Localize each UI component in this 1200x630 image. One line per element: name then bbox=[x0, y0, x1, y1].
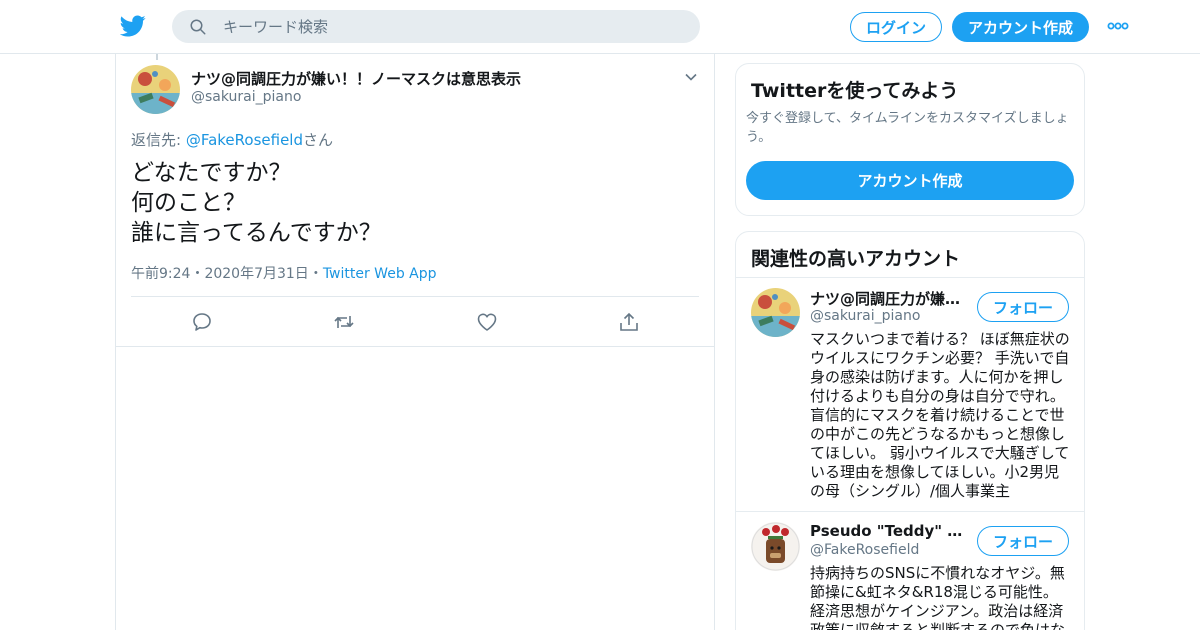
signup-card-button[interactable]: アカウント作成 bbox=[746, 161, 1074, 200]
account-name[interactable]: ナツ@同調圧力が嫌い！！ノーマスクは意思表示 bbox=[810, 288, 968, 309]
retweet-icon[interactable] bbox=[333, 311, 355, 333]
signup-card: Twitterを使ってみよう 今すぐ登録して、タイムラインをカスタマイズしましょ… bbox=[735, 63, 1085, 216]
avatar[interactable] bbox=[751, 522, 800, 571]
tweet-date[interactable]: 2020年7月31日 bbox=[204, 266, 308, 282]
avatar-image bbox=[131, 65, 180, 114]
account-handle[interactable]: @sakurai_piano bbox=[810, 308, 920, 324]
login-button[interactable]: ログイン bbox=[850, 12, 942, 42]
twitter-bird-icon[interactable] bbox=[120, 13, 146, 39]
reply-context: 返信先: @FakeRosefieldさん bbox=[131, 129, 333, 150]
divider bbox=[131, 296, 699, 297]
tweet-source-app[interactable]: Twitter Web App bbox=[323, 266, 437, 282]
avatar-image bbox=[751, 288, 800, 337]
follow-button[interactable]: フォロー bbox=[977, 526, 1069, 556]
account-item[interactable]: ナツ@同調圧力が嫌い！！ノーマスクは意思表示 @sakurai_piano フォ… bbox=[736, 278, 1084, 512]
signup-button[interactable]: アカウント作成 bbox=[952, 12, 1089, 42]
author-name[interactable]: ナツ@同調圧力が嫌い！！ノーマスクは意思表示 bbox=[191, 68, 521, 89]
account-bio: マスクいつまで着ける？ ほぼ無症状のウイルスにワクチン必要？ 手洗いで自身の感染… bbox=[810, 330, 1070, 500]
search-input[interactable] bbox=[223, 17, 663, 36]
avatar-image bbox=[751, 522, 800, 571]
related-accounts-card: 関連性の高いアカウント ナツ@同調圧力が嫌い！！ノーマスクは意思表示 @saku… bbox=[735, 231, 1085, 630]
account-item[interactable]: Pseudo "Teddy" Rosefield @FakeRosefield … bbox=[736, 512, 1084, 630]
signup-card-description: 今すぐ登録して、タイムラインをカスタマイズしましょう。 bbox=[746, 111, 1069, 145]
reply-suffix: さん bbox=[303, 131, 334, 149]
search-icon bbox=[190, 19, 206, 34]
meta-separator: ・ bbox=[190, 266, 205, 282]
tweet-line: どなたですか？ bbox=[131, 160, 292, 186]
top-bar: ログイン アカウント作成 bbox=[0, 0, 1200, 54]
related-accounts-title: 関連性の高いアカウント bbox=[751, 248, 961, 270]
signup-card-title: Twitterを使ってみよう bbox=[751, 80, 959, 102]
tweet: ナツ@同調圧力が嫌い！！ノーマスクは意思表示 @sakurai_piano 返信… bbox=[116, 54, 714, 347]
meta-separator: ・ bbox=[308, 266, 323, 282]
share-icon[interactable] bbox=[618, 311, 640, 333]
reply-prefix: 返信先: bbox=[131, 131, 186, 149]
search-bar[interactable] bbox=[172, 10, 700, 43]
tweet-meta: 午前9:24・2020年7月31日・Twitter Web App bbox=[131, 263, 437, 283]
author-handle[interactable]: @sakurai_piano bbox=[191, 89, 301, 105]
avatar[interactable] bbox=[751, 288, 800, 337]
account-handle[interactable]: @FakeRosefield bbox=[810, 542, 919, 558]
reply-icon[interactable] bbox=[191, 311, 213, 333]
more-dots-icon[interactable] bbox=[1107, 20, 1129, 32]
follow-button[interactable]: フォロー bbox=[977, 292, 1069, 322]
chevron-down-icon[interactable] bbox=[684, 70, 698, 84]
tweet-line: 誰に言ってるんですか？ bbox=[131, 220, 382, 246]
account-bio: 持病持ちのSNSに不慣れなオヤジ。無節操に&虹ネタ&R18混じる可能性。経済思想… bbox=[810, 564, 1066, 630]
account-name[interactable]: Pseudo "Teddy" Rosefield bbox=[810, 522, 968, 540]
like-icon[interactable] bbox=[476, 311, 498, 333]
avatar[interactable] bbox=[131, 65, 180, 114]
tweet-time[interactable]: 午前9:24 bbox=[131, 266, 190, 282]
tweet-text: どなたですか？ 何のこと？ 誰に言ってるんですか？ bbox=[131, 158, 382, 248]
tweet-line: 何のこと？ bbox=[131, 190, 246, 216]
main-column: ナツ@同調圧力が嫌い！！ノーマスクは意思表示 @sakurai_piano 返信… bbox=[115, 54, 715, 630]
reply-handle-link[interactable]: @FakeRosefield bbox=[186, 131, 303, 149]
